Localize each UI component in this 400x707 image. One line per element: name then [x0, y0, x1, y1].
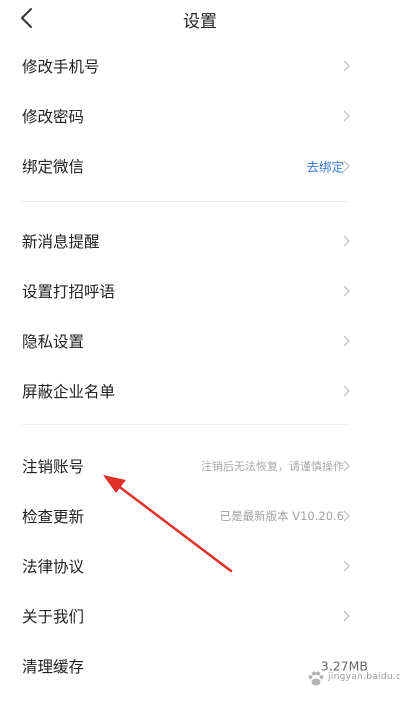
group-divider [22, 201, 350, 202]
chevron-right-icon [343, 560, 350, 572]
row-message-notification[interactable]: 新消息提醒 [0, 216, 400, 266]
row-privacy[interactable]: 隐私设置 [0, 316, 400, 366]
row-label: 清理缓存 [22, 658, 85, 676]
chevron-right-icon [343, 235, 350, 247]
row-legal[interactable]: 法律协议 [0, 541, 400, 591]
row-clear-cache[interactable]: 清理缓存 3.27MB [0, 641, 400, 691]
row-change-phone[interactable]: 修改手机号 [0, 41, 400, 91]
row-about[interactable]: 关于我们 [0, 591, 400, 641]
row-label: 隐私设置 [22, 333, 85, 351]
row-label: 法律协议 [22, 558, 85, 576]
row-label: 注销账号 [22, 458, 85, 476]
chevron-right-icon [343, 60, 350, 72]
header-bar: 设置 [0, 0, 400, 38]
row-label: 新消息提醒 [22, 233, 100, 251]
cancel-account-hint: 注销后无法恢复，请谨慎操作 [201, 460, 344, 473]
row-block-companies[interactable]: 屏蔽企业名单 [0, 366, 400, 416]
group-divider [22, 424, 350, 425]
cache-size: 3.27MB [320, 658, 368, 674]
chevron-right-icon [343, 285, 350, 297]
row-check-update[interactable]: 检查更新 已是最新版本 V10.20.6 [0, 491, 400, 541]
row-label: 设置打招呼语 [22, 283, 116, 301]
row-label: 绑定微信 [22, 158, 85, 176]
version-text: 已是最新版本 V10.20.6 [219, 509, 344, 523]
row-bind-wechat[interactable]: 绑定微信 去绑定 [0, 141, 400, 191]
row-greeting[interactable]: 设置打招呼语 [0, 266, 400, 316]
row-change-password[interactable]: 修改密码 [0, 91, 400, 141]
row-cancel-account[interactable]: 注销账号 注销后无法恢复，请谨慎操作 [0, 441, 400, 491]
chevron-right-icon [343, 110, 350, 122]
chevron-right-icon [343, 335, 350, 347]
chevron-right-icon [343, 510, 350, 522]
chevron-right-icon [343, 460, 350, 472]
row-label: 修改密码 [22, 108, 85, 126]
row-label: 检查更新 [22, 508, 85, 526]
bind-wechat-link[interactable]: 去绑定 [306, 157, 344, 176]
chevron-right-icon [343, 385, 350, 397]
chevron-right-icon [343, 610, 350, 622]
chevron-right-icon [343, 160, 350, 172]
row-label: 屏蔽企业名单 [22, 383, 116, 401]
row-label: 修改手机号 [22, 58, 100, 76]
page-title: 设置 [183, 12, 217, 32]
row-label: 关于我们 [22, 608, 85, 626]
settings-screen: 设置 修改手机号 修改密码 绑定微信 去绑定 新消息提醒 设置打招呼语 隐私设置… [0, 0, 400, 707]
